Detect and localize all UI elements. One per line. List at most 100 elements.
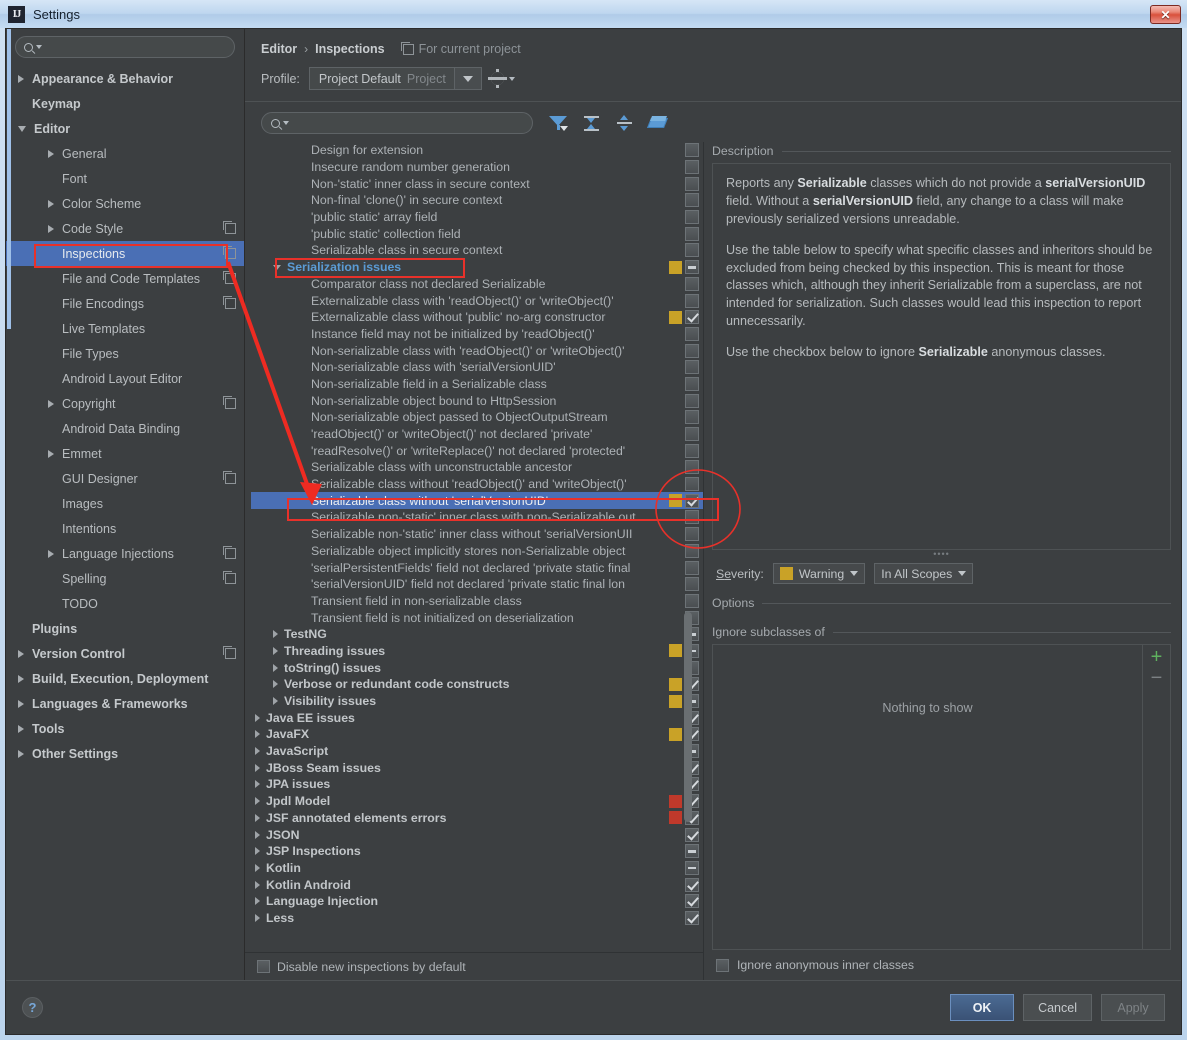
sidebar-item-build-execution-deployment[interactable]: Build, Execution, Deployment	[6, 666, 244, 691]
inspection-group-row[interactable]: Kotlin	[251, 860, 703, 877]
chevron-right-icon[interactable]	[255, 847, 260, 856]
inspection-enabled-checkbox[interactable]	[685, 176, 699, 191]
chevron-right-icon[interactable]	[255, 813, 260, 822]
chevron-right-icon[interactable]	[18, 649, 24, 658]
inspection-row[interactable]: 'public static' array field	[251, 209, 703, 226]
inspection-row[interactable]: Transient field in non-serializable clas…	[251, 593, 703, 610]
chevron-right-icon[interactable]	[48, 224, 54, 233]
inspection-row[interactable]: Externalizable class without 'public' no…	[251, 309, 703, 326]
inspection-group-row[interactable]: JavaScript	[251, 743, 703, 760]
chevron-right-icon[interactable]	[18, 699, 24, 708]
plus-icon[interactable]: +	[1151, 647, 1163, 667]
sidebar-item-inspections[interactable]: Inspections	[6, 241, 244, 266]
chevron-right-icon[interactable]	[18, 749, 24, 758]
sidebar-item-android-layout-editor[interactable]: Android Layout Editor	[6, 366, 244, 391]
chevron-right-icon[interactable]	[273, 646, 278, 655]
inspection-row[interactable]: Serializable object implicitly stores no…	[251, 543, 703, 560]
chevron-right-icon[interactable]	[255, 780, 260, 789]
chevron-right-icon[interactable]	[255, 880, 260, 889]
inspection-group-row[interactable]: Serialization issues	[251, 259, 703, 276]
inspection-enabled-checkbox[interactable]	[685, 543, 699, 558]
inspection-row[interactable]: Non-final 'clone()' in secure context	[251, 192, 703, 209]
inspection-enabled-checkbox[interactable]	[685, 310, 699, 325]
inspection-enabled-checkbox[interactable]	[685, 260, 699, 275]
inspection-enabled-checkbox[interactable]	[685, 143, 699, 158]
sidebar-item-file-encodings[interactable]: File Encodings	[6, 291, 244, 316]
inspection-enabled-checkbox[interactable]	[685, 593, 699, 608]
chevron-right-icon[interactable]	[18, 724, 24, 733]
chevron-down-icon[interactable]	[273, 264, 281, 270]
ignore-anonymous-row[interactable]: Ignore anonymous inner classes	[712, 950, 1171, 980]
apply-button[interactable]: Apply	[1101, 994, 1165, 1021]
chevron-right-icon[interactable]	[255, 747, 260, 756]
chevron-right-icon[interactable]	[255, 730, 260, 739]
inspection-enabled-checkbox[interactable]	[685, 894, 699, 909]
help-button[interactable]: ?	[22, 997, 43, 1018]
inspection-group-row[interactable]: JPA issues	[251, 776, 703, 793]
inspection-group-row[interactable]: Kotlin Android	[251, 876, 703, 893]
close-window-button[interactable]: ✕	[1150, 5, 1181, 24]
chevron-right-icon[interactable]	[255, 763, 260, 772]
inspection-group-row[interactable]: JSF annotated elements errors	[251, 810, 703, 827]
chevron-right-icon[interactable]	[273, 697, 278, 706]
sidebar-item-keymap[interactable]: Keymap	[6, 91, 244, 116]
inspection-enabled-checkbox[interactable]	[685, 827, 699, 842]
sidebar-item-gui-designer[interactable]: GUI Designer	[6, 466, 244, 491]
inspection-enabled-checkbox[interactable]	[685, 210, 699, 225]
inspection-enabled-checkbox[interactable]	[685, 477, 699, 492]
inspection-group-row[interactable]: Visibility issues	[251, 693, 703, 710]
sidebar-item-font[interactable]: Font	[6, 166, 244, 191]
chevron-right-icon[interactable]	[255, 830, 260, 839]
inspection-row[interactable]: 'serialVersionUID' field not declared 'p…	[251, 576, 703, 593]
inspection-enabled-checkbox[interactable]	[685, 460, 699, 475]
inspection-row[interactable]: Serializable class in secure context	[251, 242, 703, 259]
chevron-right-icon[interactable]	[273, 680, 278, 689]
chevron-right-icon[interactable]	[255, 897, 260, 906]
sidebar-item-language-injections[interactable]: Language Injections	[6, 541, 244, 566]
inspection-row[interactable]: Insecure random number generation	[251, 159, 703, 176]
breadcrumb-root[interactable]: Editor	[261, 42, 297, 56]
inspection-group-row[interactable]: Verbose or redundant code constructs	[251, 676, 703, 693]
inspection-row[interactable]: Non-serializable object passed to Object…	[251, 409, 703, 426]
inspection-enabled-checkbox[interactable]	[685, 877, 699, 892]
severity-select[interactable]: Warning	[772, 563, 866, 584]
sidebar-item-tools[interactable]: Tools	[6, 716, 244, 741]
ignore-anonymous-checkbox[interactable]	[716, 958, 729, 972]
chevron-down-icon[interactable]	[18, 125, 26, 132]
sidebar-item-version-control[interactable]: Version Control	[6, 641, 244, 666]
inspection-enabled-checkbox[interactable]	[685, 493, 699, 508]
inspection-enabled-checkbox[interactable]	[685, 293, 699, 308]
chevron-right-icon[interactable]	[273, 663, 278, 672]
inspection-enabled-checkbox[interactable]	[685, 160, 699, 175]
chevron-right-icon[interactable]	[18, 74, 24, 83]
inspection-row[interactable]: Non-'static' inner class in secure conte…	[251, 175, 703, 192]
sidebar-item-editor[interactable]: Editor	[6, 116, 244, 141]
inspection-row[interactable]: 'serialPersistentFields' field not decla…	[251, 559, 703, 576]
inspection-row[interactable]: Serializable class without 'readObject()…	[251, 476, 703, 493]
inspection-group-row[interactable]: JBoss Seam issues	[251, 759, 703, 776]
inspection-group-row[interactable]: Jpdl Model	[251, 793, 703, 810]
inspection-group-row[interactable]: Threading issues	[251, 643, 703, 660]
chevron-right-icon[interactable]	[255, 797, 260, 806]
inspection-enabled-checkbox[interactable]	[685, 443, 699, 458]
sidebar-item-appearance-behavior[interactable]: Appearance & Behavior	[6, 66, 244, 91]
inspection-enabled-checkbox[interactable]	[685, 910, 699, 925]
expand-all-icon[interactable]	[582, 114, 601, 133]
inspection-row[interactable]: Serializable non-'static' inner class wi…	[251, 526, 703, 543]
inspection-enabled-checkbox[interactable]	[685, 276, 699, 291]
chevron-right-icon[interactable]	[48, 149, 54, 158]
sidebar-item-plugins[interactable]: Plugins	[6, 616, 244, 641]
inspection-row[interactable]: Comparator class not declared Serializab…	[251, 276, 703, 293]
sidebar-item-other-settings[interactable]: Other Settings	[6, 741, 244, 766]
sidebar-item-file-and-code-templates[interactable]: File and Code Templates	[6, 266, 244, 291]
inspection-row[interactable]: Serializable class without 'serialVersio…	[251, 492, 703, 510]
inspection-enabled-checkbox[interactable]	[685, 326, 699, 341]
inspection-row[interactable]: Transient field is not initialized on de…	[251, 609, 703, 626]
profile-select[interactable]: Project Default Project	[308, 67, 482, 90]
inspection-group-row[interactable]: Language Injection	[251, 893, 703, 910]
sidebar-scrollbar[interactable]	[7, 29, 11, 329]
inspection-group-row[interactable]: JSP Inspections	[251, 843, 703, 860]
chevron-right-icon[interactable]	[48, 399, 54, 408]
inspection-group-row[interactable]: JavaFX	[251, 726, 703, 743]
chevron-right-icon[interactable]	[255, 913, 260, 922]
